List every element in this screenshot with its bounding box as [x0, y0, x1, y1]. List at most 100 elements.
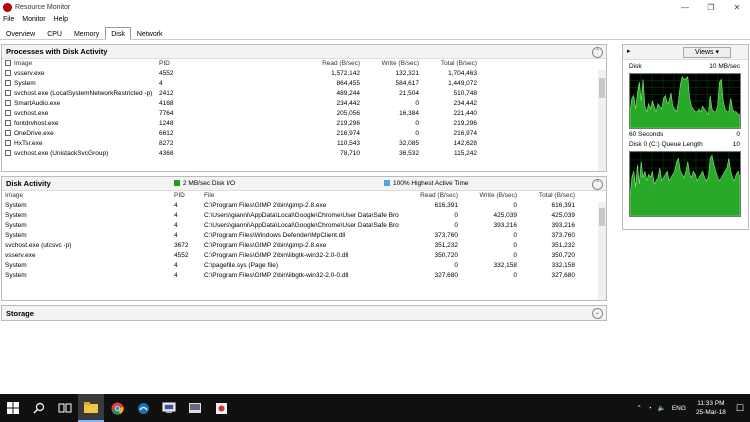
- col-file[interactable]: File: [204, 191, 214, 201]
- app-icon[interactable]: [156, 394, 182, 422]
- process-row[interactable]: System 4 864,455 584,617 1,449,072: [2, 79, 606, 89]
- disk-total: 350,720: [551, 252, 576, 259]
- disk-write: 0: [513, 252, 517, 259]
- process-read: 219,296: [336, 120, 361, 127]
- expand-graphs-icon[interactable]: ▸: [627, 47, 631, 55]
- clock[interactable]: 11:33 PM 25-Mar-18: [696, 399, 726, 417]
- language-indicator[interactable]: ENG: [672, 405, 686, 412]
- process-row[interactable]: OneDrive.exe 6612 216,974 0 216,974: [2, 129, 606, 139]
- queue-graph-max: 10: [732, 141, 740, 148]
- disk-activity-scrollbar[interactable]: [598, 202, 606, 300]
- disk-activity-row[interactable]: System 4 C:\Program Files\Windows Defender…: [2, 231, 606, 241]
- process-write: 32,085: [399, 140, 419, 147]
- disk-activity-row[interactable]: svchost.exe (utcsvc -p) 3672 C:\Program Fi…: [2, 241, 606, 251]
- processes-scrollbar[interactable]: [598, 70, 606, 171]
- task-view-icon[interactable]: [52, 394, 78, 422]
- process-checkbox[interactable]: [5, 120, 11, 127]
- graphs-header: ▸ Views ▾: [623, 45, 748, 60]
- col-pid[interactable]: PID: [174, 191, 185, 201]
- notifications-icon[interactable]: ☐: [736, 403, 744, 414]
- process-checkbox[interactable]: [5, 150, 11, 157]
- disk-activity-row[interactable]: System 4 C:\Users\gianni\AppData\Local\Goo…: [2, 211, 606, 221]
- disk-image: System: [5, 232, 27, 239]
- app-icon[interactable]: [182, 394, 208, 422]
- taskbar: ⌃ ◔ 🔈 ENG 11:33 PM 25-Mar-18 ☐: [0, 394, 750, 422]
- disk-graph-max: 10 MB/sec: [709, 63, 740, 70]
- process-image: System: [5, 79, 155, 89]
- storage-header[interactable]: Storage ⌄: [2, 306, 606, 320]
- minimize-button[interactable]: —: [672, 0, 698, 14]
- col-total[interactable]: Total (B/sec): [520, 191, 575, 201]
- process-image-label: OneDrive.exe: [14, 130, 54, 137]
- app-icon[interactable]: [208, 394, 234, 422]
- disk-activity-header[interactable]: Disk Activity 2 MB/sec Disk I/O 100% Hig…: [2, 177, 606, 191]
- process-row[interactable]: fontdrvhost.exe 1248 219,296 0 219,296: [2, 119, 606, 129]
- disk-activity-row[interactable]: System 4 C:\pagefile.sys (Page file) 0 332,1…: [2, 261, 606, 271]
- disk-activity-row[interactable]: System 4 C:\Program Files\GIMP 2\bin\libgt…: [2, 271, 606, 281]
- process-row[interactable]: svchost.exe (LocalSystemNetworkRestricte…: [2, 89, 606, 99]
- col-read[interactable]: Read (B/sec): [292, 59, 360, 69]
- menu-monitor[interactable]: Monitor: [22, 16, 45, 23]
- tab-network[interactable]: Network: [131, 27, 169, 40]
- chevron-up-icon[interactable]: ⌃: [636, 404, 641, 412]
- process-row[interactable]: SmartAudio.exe 4168 234,442 0 234,442: [2, 99, 606, 109]
- maximize-button[interactable]: ❐: [698, 0, 724, 14]
- disk-activity-column-headers: Image PID File Read (B/sec) Write (B/sec…: [2, 191, 606, 201]
- disk-activity-row[interactable]: System 4 C:\Users\gianni\AppData\Local\Goo…: [2, 221, 606, 231]
- tab-memory[interactable]: Memory: [68, 27, 105, 40]
- scrollbar-thumb[interactable]: [599, 78, 605, 98]
- chrome-icon[interactable]: [104, 394, 130, 422]
- scrollbar-thumb[interactable]: [599, 208, 605, 226]
- col-write[interactable]: Write (B/sec): [362, 59, 419, 69]
- network-icon[interactable]: ◔: [648, 405, 652, 412]
- process-write: 0: [415, 120, 419, 127]
- close-button[interactable]: ✕: [724, 0, 750, 14]
- clock-time: 11:33 PM: [697, 400, 725, 407]
- process-checkbox[interactable]: [5, 100, 11, 107]
- tab-overview[interactable]: Overview: [0, 27, 41, 40]
- select-all-checkbox[interactable]: [5, 60, 11, 67]
- col-image[interactable]: Image: [5, 191, 23, 201]
- active-legend-swatch: [384, 180, 390, 187]
- menu-file[interactable]: File: [3, 16, 14, 23]
- disk-file: C:\pagefile.sys (Page file): [204, 262, 279, 269]
- disk-file: C:\Users\gianni\AppData\Local\Google\Chr…: [204, 212, 399, 219]
- app-icon[interactable]: [130, 394, 156, 422]
- process-row[interactable]: vsserv.exe 4552 1,572,142 132,321 1,704,463: [2, 69, 606, 79]
- views-dropdown[interactable]: Views ▾: [683, 47, 731, 58]
- file-explorer-icon[interactable]: [78, 394, 104, 422]
- process-checkbox[interactable]: [5, 140, 11, 147]
- search-icon[interactable]: [26, 394, 52, 422]
- process-pid: 1248: [159, 120, 174, 127]
- col-read[interactable]: Read (B/sec): [402, 191, 458, 201]
- process-checkbox[interactable]: [5, 80, 11, 87]
- collapse-chevron-icon[interactable]: ⌃: [592, 47, 603, 58]
- process-checkbox[interactable]: [5, 110, 11, 117]
- process-checkbox[interactable]: [5, 130, 11, 137]
- windows-start-icon[interactable]: [0, 394, 26, 422]
- col-write[interactable]: Write (B/sec): [462, 191, 517, 201]
- process-row[interactable]: svchost.exe (UnistackSvcGroup) 4368 78,710…: [2, 149, 606, 159]
- disk-activity-panel: Disk Activity 2 MB/sec Disk I/O 100% Hig…: [1, 176, 607, 301]
- col-pid[interactable]: PID: [159, 59, 170, 69]
- col-total[interactable]: Total (B/sec): [422, 59, 477, 69]
- col-image[interactable]: Image: [5, 59, 32, 69]
- volume-icon[interactable]: 🔈: [658, 404, 666, 412]
- process-row[interactable]: HxTsr.exe 8272 110,543 32,085 142,628: [2, 139, 606, 149]
- disk-read: 0: [454, 212, 458, 219]
- disk-activity-row[interactable]: System 4 C:\Program Files\GIMP 2\bin\gimp-…: [2, 201, 606, 211]
- tab-disk[interactable]: Disk: [105, 27, 131, 40]
- disk-read: 373,760: [434, 232, 459, 239]
- processes-rows: vsserv.exe 4552 1,572,142 132,321 1,704,463 S…: [2, 69, 606, 159]
- collapse-chevron-icon[interactable]: ⌃: [592, 179, 603, 190]
- process-image-label: svchost.exe (UnistackSvcGroup): [14, 150, 109, 157]
- disk-activity-row[interactable]: vsserv.exe 4552 C:\Program Files\GIMP 2\bi…: [2, 251, 606, 261]
- process-checkbox[interactable]: [5, 90, 11, 97]
- resource-monitor-window: Resource Monitor — ❐ ✕ File Monitor Help…: [0, 0, 750, 394]
- process-checkbox[interactable]: [5, 70, 11, 77]
- processes-header[interactable]: Processes with Disk Activity ⌃: [2, 45, 606, 59]
- expand-chevron-icon[interactable]: ⌄: [592, 308, 603, 319]
- process-row[interactable]: svchost.exe 7764 205,056 16,384 221,440: [2, 109, 606, 119]
- tab-cpu[interactable]: CPU: [41, 27, 68, 40]
- menu-help[interactable]: Help: [54, 16, 68, 23]
